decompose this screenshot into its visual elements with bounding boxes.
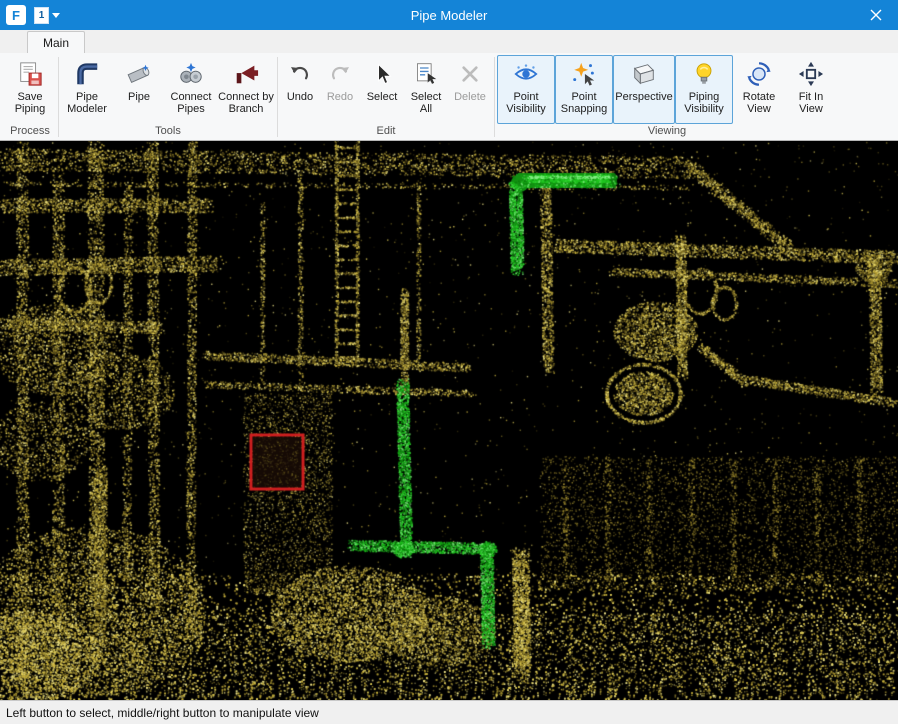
- ribbon: Save Piping Process Pipe Modeler: [0, 53, 898, 141]
- tab-main[interactable]: Main: [27, 31, 85, 53]
- pipe-button[interactable]: Pipe: [113, 55, 165, 124]
- delete-button[interactable]: Delete: [448, 55, 492, 124]
- statusbar: Left button to select, middle/right butt…: [0, 700, 898, 724]
- delete-icon: [455, 59, 485, 89]
- close-icon: [870, 9, 882, 21]
- app-menu-button[interactable]: F: [6, 5, 26, 25]
- status-text: Left button to select, middle/right butt…: [6, 706, 319, 720]
- group-label-viewing: Viewing: [495, 125, 839, 140]
- ribbon-group-viewing: Point Visibility Point Snapping Perspect…: [495, 54, 839, 140]
- close-button[interactable]: [853, 0, 898, 30]
- point-snapping-icon: [569, 59, 599, 89]
- connect-pipes-icon: [176, 59, 206, 89]
- connect-by-branch-icon: [231, 59, 261, 89]
- undo-icon: [285, 59, 315, 89]
- connect-by-branch-button[interactable]: Connect by Branch: [217, 55, 275, 124]
- ribbon-group-tools: Pipe Modeler Pipe Connect Pipes: [59, 54, 277, 140]
- ribbon-group-edit: Undo Redo Select: [278, 54, 494, 140]
- save-icon: [15, 59, 45, 89]
- ribbon-group-process: Save Piping Process: [2, 54, 58, 140]
- perspective-button[interactable]: Perspective: [613, 55, 675, 124]
- viewport-canvas[interactable]: [0, 141, 898, 700]
- group-label-edit: Edit: [278, 125, 494, 140]
- group-label-tools: Tools: [59, 125, 277, 140]
- undo-button[interactable]: Undo: [280, 55, 320, 124]
- piping-visibility-icon: [689, 59, 719, 89]
- point-snapping-button[interactable]: Point Snapping: [555, 55, 613, 124]
- point-visibility-icon: [511, 59, 541, 89]
- app-menu-label: F: [12, 8, 20, 23]
- pipe-modeler-icon: [72, 59, 102, 89]
- app-window: F 1 Pipe Modeler Main Save Piping: [0, 0, 898, 724]
- pipe-modeler-button[interactable]: Pipe Modeler: [61, 55, 113, 124]
- pipe-icon: [124, 59, 154, 89]
- redo-icon: [325, 59, 355, 89]
- select-button[interactable]: Select: [360, 55, 404, 124]
- rotate-view-icon: [744, 59, 774, 89]
- ribbon-tab-row: Main: [0, 30, 898, 53]
- fit-in-view-button[interactable]: Fit In View: [785, 55, 837, 124]
- select-all-button[interactable]: Select All: [404, 55, 448, 124]
- point-visibility-button[interactable]: Point Visibility: [497, 55, 555, 124]
- piping-visibility-button[interactable]: Piping Visibility: [675, 55, 733, 124]
- viewport: [0, 141, 898, 700]
- titlebar: F 1 Pipe Modeler: [0, 0, 898, 30]
- window-title: Pipe Modeler: [0, 8, 898, 23]
- select-icon: [367, 59, 397, 89]
- group-label-process: Process: [2, 125, 58, 140]
- connect-pipes-button[interactable]: Connect Pipes: [165, 55, 217, 124]
- rotate-view-button[interactable]: Rotate View: [733, 55, 785, 124]
- qat-item[interactable]: 1: [34, 7, 49, 24]
- save-piping-label: Save Piping: [5, 91, 55, 115]
- qat-dropdown-icon[interactable]: [52, 12, 60, 18]
- select-all-icon: [411, 59, 441, 89]
- save-piping-button[interactable]: Save Piping: [4, 55, 56, 124]
- perspective-icon: [629, 59, 659, 89]
- fit-in-view-icon: [796, 59, 826, 89]
- quick-access-toolbar[interactable]: 1: [34, 7, 60, 24]
- redo-button[interactable]: Redo: [320, 55, 360, 124]
